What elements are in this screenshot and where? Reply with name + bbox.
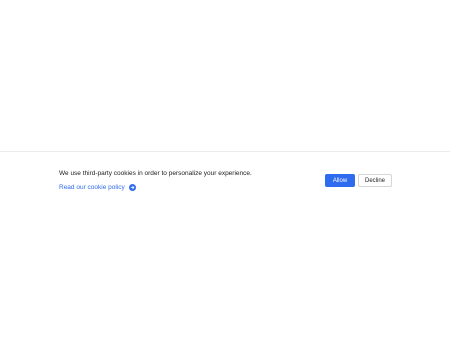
decline-button[interactable]: Decline [358, 174, 392, 187]
allow-button[interactable]: Allow [325, 174, 355, 187]
cookie-message: We use third-party cookies in order to p… [59, 170, 252, 177]
cookie-policy-link[interactable]: Read our cookie policy [59, 183, 136, 192]
arrow-right-circle-icon [128, 184, 136, 191]
page: We use third-party cookies in order to p… [0, 0, 450, 340]
banner-divider [0, 151, 450, 152]
cookie-policy-link-label: Read our cookie policy [59, 184, 125, 191]
